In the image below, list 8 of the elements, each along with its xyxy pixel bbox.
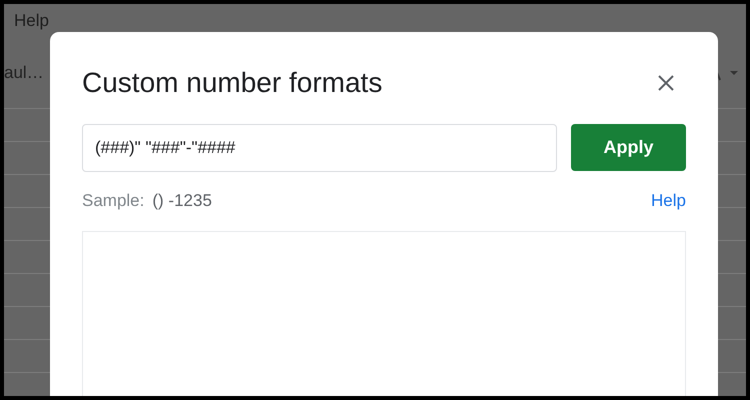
sample-label: Sample: — [82, 190, 144, 212]
apply-button[interactable]: Apply — [571, 124, 686, 171]
help-link[interactable]: Help — [651, 188, 686, 214]
sample-value: () -1235 — [152, 190, 212, 212]
format-field[interactable]: (###)" "###"-"#### — [82, 124, 557, 172]
font-name[interactable]: aul… — [4, 60, 44, 86]
menu-item[interactable]: Help — [14, 11, 49, 30]
dialog-title: Custom number formats — [82, 66, 382, 100]
